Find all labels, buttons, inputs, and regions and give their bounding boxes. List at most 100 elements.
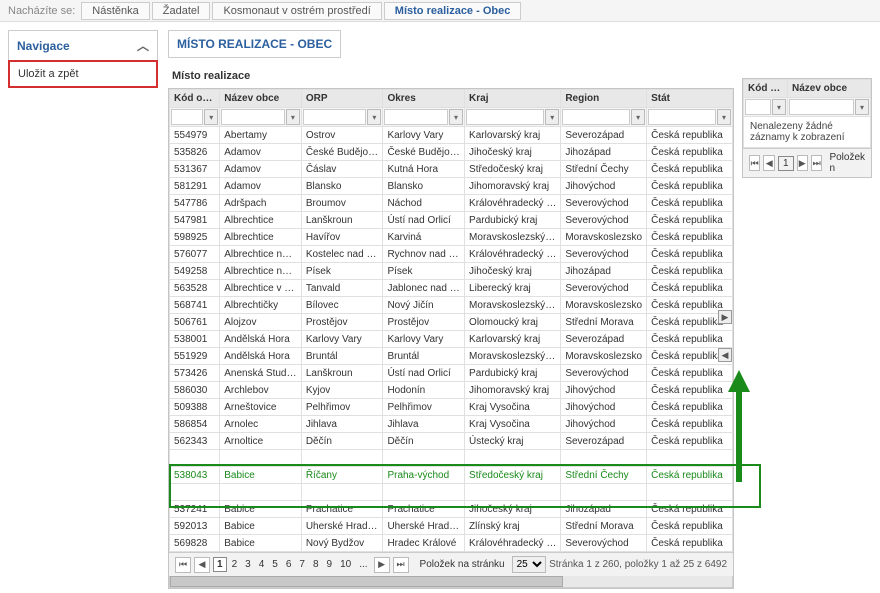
col-nazev-right[interactable]: Název obce [788,80,871,98]
table-row[interactable]: 563528Albrechtice v Jiz...TanvaldJablone… [170,280,733,297]
section-title: MÍSTO REALIZACE - OBEC [168,30,341,58]
filter-icon[interactable]: ▾ [286,109,300,125]
table-row[interactable]: 509388ArneštovicePelhřimovPelhřimovKraj … [170,399,733,416]
page-number[interactable]: 7 [296,558,308,571]
move-right-button[interactable]: ▶ [718,310,732,324]
transfer-buttons: ▶ ◀ [718,310,732,362]
filter-region[interactable] [562,109,630,125]
col-orp[interactable]: ORP [301,90,383,108]
sidebar: Navigace ︿ Uložit a zpět [8,30,158,589]
scroll-thumb[interactable] [170,576,563,587]
breadcrumb-item[interactable]: Nástěnka [81,2,149,20]
breadcrumb-item[interactable]: Žadatel [152,2,211,20]
table-row[interactable]: 569828BabiceNový BydžovHradec KrálovéKrá… [170,535,733,552]
first-page-button[interactable]: ⏮ [749,155,760,171]
nav-title: Navigace [17,39,70,53]
table-row[interactable]: 535826AdamovČeské BudějoviceČeské Budějo… [170,144,733,161]
table-row[interactable] [170,450,733,467]
table-row[interactable]: 538001Andělská HoraKarlovy VaryKarlovy V… [170,331,733,348]
table-row[interactable] [170,484,733,501]
table-row[interactable]: 568741AlbrechtičkyBílovecNový JičínMorav… [170,297,733,314]
last-page-button[interactable]: ⏭ [393,557,409,573]
page-number[interactable]: 8 [310,558,322,571]
page-number[interactable]: 5 [269,558,281,571]
col-okres[interactable]: Okres [383,90,465,108]
filter-kraj[interactable] [466,109,544,125]
table-row[interactable]: 554979AbertamyOstrovKarlovy VaryKarlovar… [170,127,733,144]
breadcrumb: Nacházíte se: Nástěnka Žadatel Kosmonaut… [0,0,880,22]
section-subtitle: Místo realizace [168,66,734,88]
page-size-label: Položek na stránku [420,559,505,570]
breadcrumb-item-active[interactable]: Místo realizace - Obec [384,2,522,20]
table-row[interactable]: 538043BabiceŘíčanyPraha-východStředočesk… [170,467,733,484]
right-grid: Kód obce Název obce ▾ ▾ Nenalezeny žádné… [742,30,872,589]
table-row[interactable]: 586030ArchlebovKyjovHodonínJihomoravský … [170,382,733,399]
col-kraj[interactable]: Kraj [465,90,561,108]
breadcrumb-item[interactable]: Kosmonaut v ostrém prostředí [212,2,381,20]
table-row[interactable]: 547786AdršpachBroumovNáchodKrálovéhradec… [170,195,733,212]
table-row[interactable]: 598925AlbrechticeHavířovKarvináMoravskos… [170,229,733,246]
save-and-back-button[interactable]: Uložit a zpět [8,60,158,88]
page-number[interactable]: 4 [256,558,268,571]
page-size-label-right: Položek n [829,152,865,174]
filter-stat[interactable] [648,109,716,125]
pager-pages: 12345678910... [213,557,371,572]
move-left-button[interactable]: ◀ [718,348,732,362]
filter-orp[interactable] [303,109,367,125]
filter-icon[interactable]: ▾ [772,99,786,115]
page-number[interactable]: 1 [213,557,227,572]
table-row[interactable]: 506761AlojzovProstějovProstějovOlomoucký… [170,314,733,331]
filter-okres[interactable] [384,109,448,125]
table-row[interactable]: 531367AdamovČáslavKutná HoraStředočeský … [170,161,733,178]
horizontal-scrollbar[interactable] [169,576,733,588]
header-row: Kód obce Název obce ORP Okres Kraj Regio… [170,90,733,108]
first-page-button[interactable]: ⏮ [175,557,191,573]
chevron-up-icon: ︿ [137,37,149,54]
col-region[interactable]: Region [561,90,647,108]
table-row[interactable]: 549258Albrechtice nad...PísekPísekJihoče… [170,263,733,280]
table-row[interactable]: 581291AdamovBlanskoBlanskoJihomoravský k… [170,178,733,195]
filter-icon[interactable]: ▾ [204,109,218,125]
table-row[interactable]: 592013BabiceUherské HradištěUherské Hrad… [170,518,733,535]
filter-nazev[interactable] [221,109,285,125]
no-data-text: Nenalezeny žádné záznamy k zobrazení [743,117,871,148]
pager: ⏮ ◀ 12345678910... ▶ ⏭ Položek na stránk… [169,552,733,576]
page-number[interactable]: 6 [283,558,295,571]
pager-summary: Stránka 1 z 260, položky 1 až 25 z 6492 [549,559,727,570]
nav-toggle[interactable]: Navigace ︿ [8,30,158,61]
filter-icon[interactable]: ▾ [855,99,869,115]
breadcrumb-label: Nacházíte se: [8,5,75,17]
table-row[interactable]: 547981AlbrechticeLanškrounÚstí nad Orlic… [170,212,733,229]
last-page-button[interactable]: ⏭ [811,155,822,171]
page-number[interactable]: 3 [242,558,254,571]
prev-page-button[interactable]: ◀ [194,557,210,573]
filter-kod-right[interactable] [745,99,771,115]
page-number[interactable]: 2 [229,558,241,571]
table-row[interactable]: 537241BabicePrachaticePrachaticeJihočesk… [170,501,733,518]
table-row[interactable]: 551929Andělská HoraBruntálBruntálMoravsk… [170,348,733,365]
next-page-button[interactable]: ▶ [374,557,390,573]
table-row[interactable]: 576077Albrechtice nad...Kostelec nad Orl… [170,246,733,263]
table-row[interactable]: 573426Anenská StudánkaLanškrounÚstí nad … [170,365,733,382]
col-nazev[interactable]: Název obce [220,90,302,108]
page-number[interactable]: 9 [324,558,336,571]
page-size-select[interactable]: 25 [512,556,546,573]
col-kod[interactable]: Kód obce [170,90,220,108]
prev-page-button[interactable]: ◀ [763,155,774,171]
filter-icon[interactable]: ▾ [717,109,731,125]
page-number[interactable]: 10 [337,558,354,571]
filter-icon[interactable]: ▾ [449,109,463,125]
next-page-button[interactable]: ▶ [797,155,808,171]
filter-icon[interactable]: ▾ [367,109,381,125]
filter-nazev-right[interactable] [789,99,854,115]
filter-row: ▾ ▾ ▾ ▾ ▾ ▾ ▾ [170,108,733,127]
main-grid: Kód obce Název obce ORP Okres Kraj Regio… [168,88,734,589]
col-stat[interactable]: Stát [647,90,733,108]
filter-kod[interactable] [171,109,203,125]
filter-icon[interactable]: ▾ [631,109,645,125]
table-row[interactable]: 586854ArnolecJihlavaJihlavaKraj Vysočina… [170,416,733,433]
filter-icon[interactable]: ▾ [545,109,559,125]
table-row[interactable]: 562343ArnolticeDěčínDěčínÚstecký krajSev… [170,433,733,450]
page-number[interactable]: ... [356,558,370,571]
col-kod-right[interactable]: Kód obce [744,80,788,98]
